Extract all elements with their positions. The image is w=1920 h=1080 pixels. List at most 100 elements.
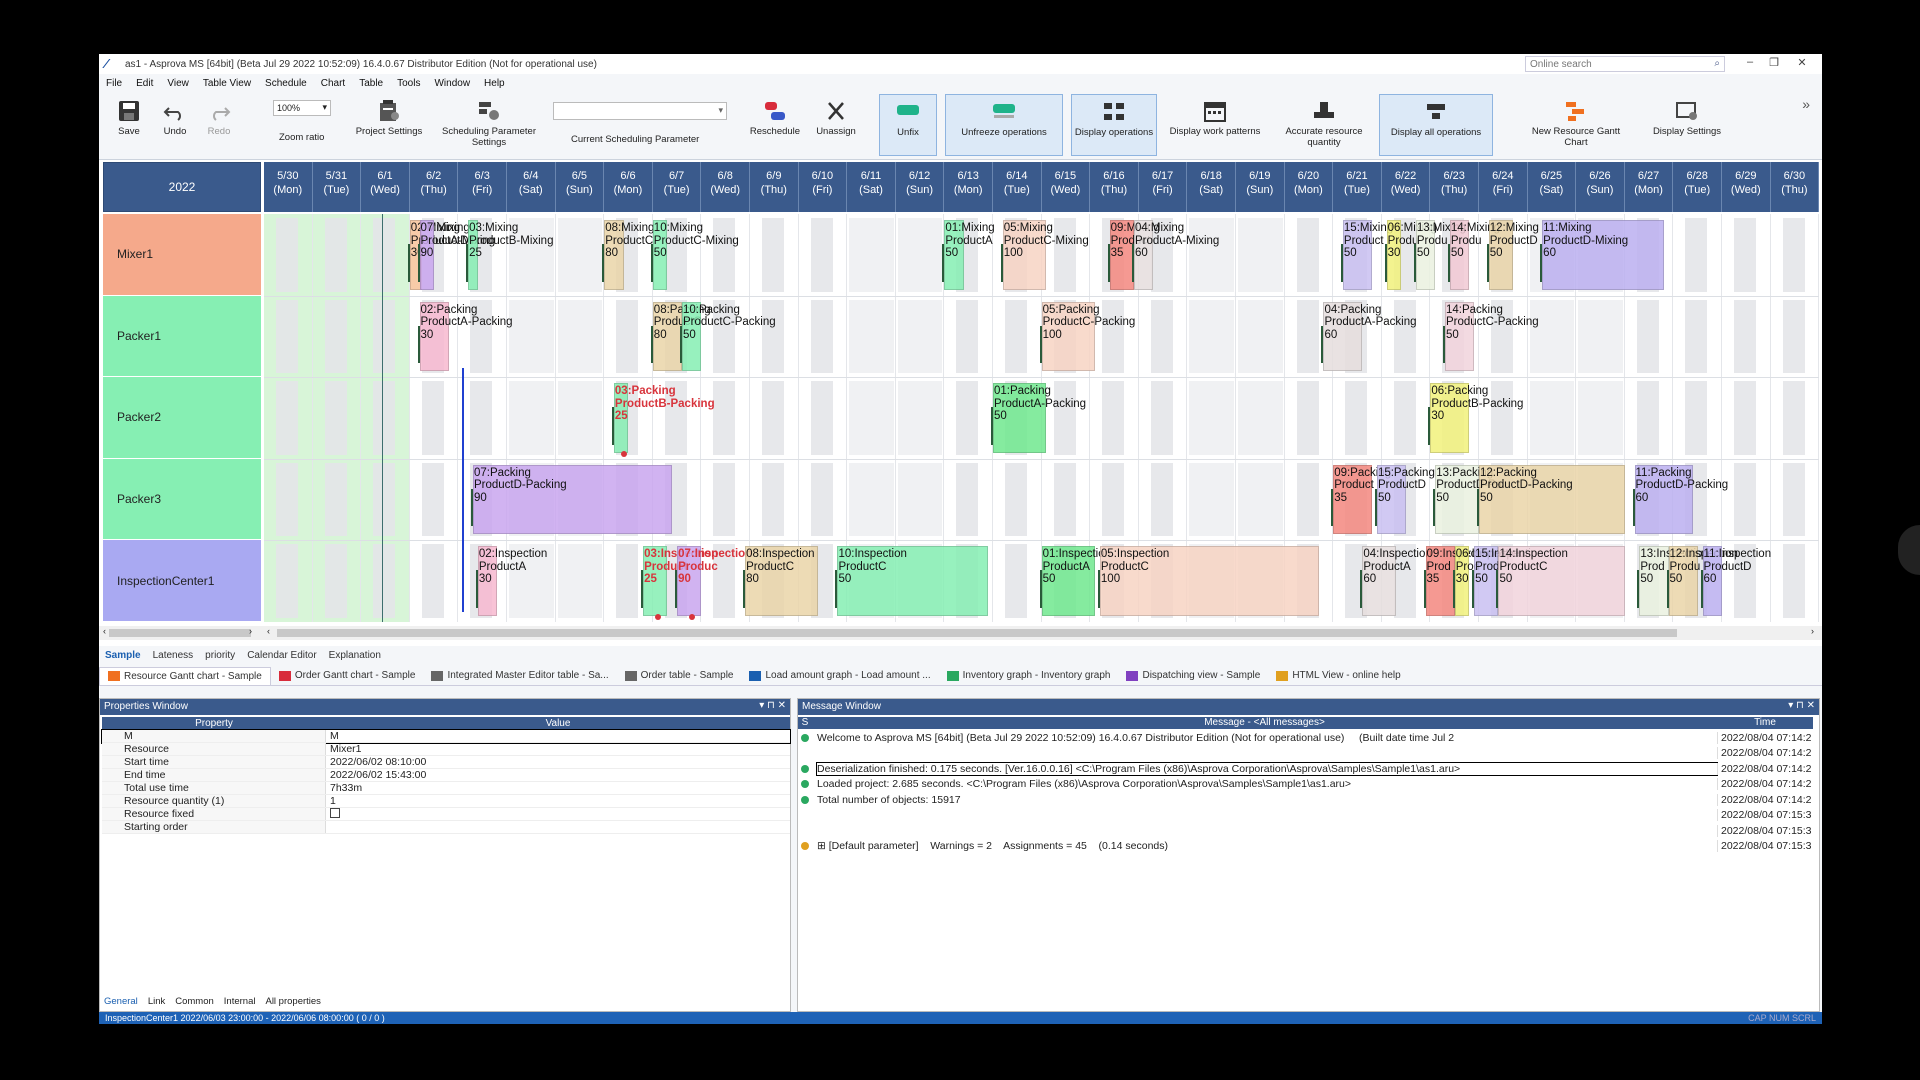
display-operations-button[interactable]: Display operations — [1071, 94, 1157, 156]
ribbon-expand-icon[interactable]: » — [1802, 96, 1810, 112]
reschedule-button[interactable]: Reschedule — [745, 94, 805, 156]
message-row[interactable]: 2022/08/04 07:15:3 — [798, 824, 1813, 837]
operation-bar[interactable] — [1415, 220, 1436, 290]
view-tab[interactable]: Load amount graph - Load amount ... — [741, 667, 938, 685]
property-value[interactable]: Mixer1 — [326, 743, 790, 755]
property-row[interactable]: Resource fixed — [102, 808, 790, 821]
side-panel-grip[interactable] — [1898, 525, 1920, 575]
property-value[interactable] — [326, 808, 790, 820]
unassign-button[interactable]: Unassign — [811, 94, 861, 156]
property-value[interactable]: 1 — [326, 795, 790, 807]
display-work-patterns-button[interactable]: Display work patterns — [1163, 94, 1267, 156]
message-row[interactable]: Total number of objects: 15917 2022/08/04… — [798, 793, 1813, 806]
gantt-chart-area[interactable]: 02:Mixing ProductA-Mixing 3007:Mixing Pr… — [264, 214, 1819, 622]
panel-controls-icon[interactable]: ▾ ⊓ ✕ — [759, 700, 786, 711]
unfix-button[interactable]: Unfix — [879, 94, 937, 156]
menu-tools[interactable]: Tools — [390, 78, 427, 89]
operation-bar[interactable] — [681, 301, 702, 372]
menu-window[interactable]: Window — [427, 78, 477, 89]
horizontal-scrollbar[interactable]: ‹ › ‹ › — [99, 626, 1822, 640]
operation-bar[interactable] — [1634, 464, 1693, 535]
property-tab[interactable]: Common — [175, 996, 214, 1007]
operation-bar[interactable] — [1002, 220, 1047, 290]
menu-help[interactable]: Help — [477, 78, 512, 89]
message-row[interactable]: Welcome to Asprova MS [64bit] (Beta Jul … — [798, 731, 1813, 744]
operation-bar[interactable] — [1133, 220, 1154, 290]
close-button[interactable]: ✕ — [1791, 56, 1813, 72]
operation-bar[interactable] — [1668, 546, 1698, 616]
message-row[interactable]: Loaded project: 2.685 seconds. <C:\Progr… — [798, 778, 1813, 791]
operation-bar[interactable] — [1109, 220, 1134, 290]
online-search-input[interactable]: Online search ⌕ — [1525, 56, 1725, 72]
operation-bar[interactable] — [1342, 220, 1373, 290]
sheet-tab[interactable]: Calendar Editor — [241, 650, 322, 661]
display-settings-button[interactable]: Display Settings — [1647, 94, 1727, 156]
operation-bar[interactable] — [1041, 546, 1096, 616]
operation-bar[interactable] — [419, 220, 435, 290]
label-scroll-thumb[interactable] — [109, 629, 251, 637]
message-row[interactable]: ⊞ [Default parameter] Warnings = 2 Assig… — [798, 840, 1813, 853]
operation-bar[interactable] — [1041, 301, 1096, 372]
menu-chart[interactable]: Chart — [314, 78, 352, 89]
project-settings-button[interactable]: Project Settings — [349, 94, 429, 156]
property-row[interactable]: Starting order — [102, 821, 790, 834]
operation-bar[interactable] — [1702, 546, 1722, 616]
menu-table[interactable]: Table — [352, 78, 390, 89]
property-row[interactable]: Start time 2022/06/02 08:10:00 — [102, 756, 790, 769]
operation-bar[interactable] — [652, 220, 668, 290]
property-value[interactable]: 2022/06/02 15:43:00 — [326, 769, 790, 781]
operation-bar[interactable] — [604, 220, 624, 290]
operation-bar[interactable] — [652, 301, 682, 372]
view-tab[interactable]: Order table - Sample — [617, 667, 742, 685]
property-value[interactable] — [326, 821, 790, 833]
operation-bar[interactable] — [477, 546, 498, 616]
resource-label[interactable]: Packer2 — [103, 377, 261, 459]
property-value[interactable]: M — [326, 730, 790, 742]
operation-bar[interactable] — [837, 546, 989, 616]
property-row[interactable]: Total use time 7h33m — [102, 782, 790, 795]
property-tab[interactable]: General — [104, 996, 138, 1007]
operation-bar[interactable] — [1333, 464, 1373, 535]
save-button[interactable]: Save — [109, 94, 149, 156]
current-scheduling-parameter-select[interactable] — [553, 102, 727, 120]
resource-label[interactable]: Mixer1 — [103, 214, 261, 296]
sheet-tab[interactable]: priority — [199, 650, 241, 661]
menu-edit[interactable]: Edit — [129, 78, 160, 89]
property-value[interactable]: 7h33m — [326, 782, 790, 794]
chart-scroll-thumb[interactable] — [277, 629, 1677, 637]
operation-bar[interactable] — [1099, 546, 1319, 616]
operation-bar[interactable] — [1474, 546, 1499, 616]
scheduling-parameter-settings-button[interactable]: Scheduling Parameter Settings — [439, 94, 539, 156]
menu-schedule[interactable]: Schedule — [258, 78, 314, 89]
operation-bar[interactable] — [1386, 220, 1402, 290]
sheet-tab[interactable]: Lateness — [147, 650, 200, 661]
resource-fixed-checkbox[interactable] — [330, 808, 340, 819]
display-all-operations-button[interactable]: Display all operations — [1379, 94, 1493, 156]
property-row[interactable]: Resource quantity (1) 1 — [102, 795, 790, 808]
property-value[interactable]: 2022/06/02 08:10:00 — [326, 756, 790, 768]
menu-table-view[interactable]: Table View — [196, 78, 258, 89]
view-tab[interactable]: HTML View - online help — [1268, 667, 1408, 685]
operation-bar[interactable] — [613, 383, 629, 453]
resource-label[interactable]: Packer1 — [103, 295, 261, 378]
property-tab[interactable]: Internal — [224, 996, 256, 1007]
property-row[interactable]: MM — [101, 729, 791, 744]
sheet-tab[interactable]: Sample — [99, 650, 147, 661]
sheet-tab[interactable]: Explanation — [323, 650, 387, 661]
accurate-resource-quantity-button[interactable]: Accurate resource quantity — [1279, 94, 1369, 156]
view-tab[interactable]: Dispatching view - Sample — [1118, 667, 1268, 685]
chart-scroll-right-arrow-icon[interactable]: › — [1811, 626, 1814, 636]
property-row[interactable]: Resource Mixer1 — [102, 743, 790, 756]
operation-bar[interactable] — [1362, 546, 1397, 616]
message-row[interactable]: 2022/08/04 07:15:3 — [798, 809, 1813, 822]
resource-label[interactable]: InspectionCenter1 — [103, 540, 261, 622]
view-tab[interactable]: Integrated Master Editor table - Sa... — [423, 667, 616, 685]
panel-controls-icon[interactable]: ▾ ⊓ ✕ — [1788, 700, 1815, 711]
operation-bar[interactable] — [1498, 546, 1625, 616]
operation-bar[interactable] — [1430, 383, 1470, 453]
operation-bar[interactable] — [1639, 546, 1669, 616]
operation-bar[interactable] — [1444, 301, 1475, 372]
property-tab[interactable]: All properties — [265, 996, 320, 1007]
operation-bar[interactable] — [1323, 301, 1363, 372]
view-tab[interactable]: Inventory graph - Inventory graph — [939, 667, 1119, 685]
